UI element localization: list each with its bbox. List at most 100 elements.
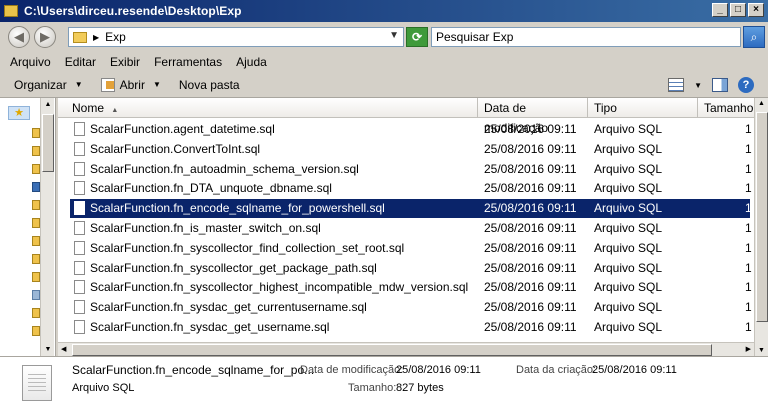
file-type: Arquivo SQL: [594, 141, 663, 156]
column-name[interactable]: Nome ▲: [58, 98, 478, 118]
table-row[interactable]: ScalarFunction.fn_syscollector_get_packa…: [70, 259, 752, 278]
nav-folder-icon[interactable]: [32, 308, 40, 318]
file-type: Arquivo SQL: [594, 161, 663, 176]
favorites-star-icon[interactable]: ★: [8, 106, 30, 120]
table-row[interactable]: ScalarFunction.fn_sysdac_get_currentuser…: [70, 298, 752, 317]
maximize-button[interactable]: □: [730, 3, 746, 17]
file-type: Arquivo SQL: [594, 260, 663, 275]
chevron-down-icon: ▼: [152, 80, 161, 89]
file-modified: 25/08/2016 09:11: [484, 181, 577, 196]
nav-desktop-icon[interactable]: [32, 182, 40, 192]
file-name: ScalarFunction.fn_syscollector_find_coll…: [90, 240, 405, 255]
sql-file-icon: [22, 365, 52, 401]
table-row[interactable]: ScalarFunction.fn_syscollector_highest_i…: [70, 278, 752, 297]
address-row: ◀ ▶ ▶ Exp ▼ ⟳ Pesquisar Exp ⌕: [0, 22, 768, 52]
title-bar: C:\Users\dirceu.resende\Desktop\Exp _ □ …: [0, 0, 768, 22]
table-row[interactable]: ScalarFunction.ConvertToInt.sql 25/08/201…: [70, 140, 752, 159]
details-size-value: 827 bytes: [396, 382, 444, 394]
table-row[interactable]: ScalarFunction.fn_DTA_unquote_dbname.sql…: [70, 179, 752, 198]
address-path: Exp: [105, 30, 126, 44]
menu-editar[interactable]: Editar: [65, 55, 96, 69]
scroll-left-icon[interactable]: ◀: [61, 345, 66, 353]
file-modified: 25/08/2016 09:11: [484, 221, 577, 235]
scroll-down-icon[interactable]: ▼: [758, 347, 765, 354]
details-modified-value: 25/08/2016 09:11: [396, 364, 481, 376]
nav-scrollbar[interactable]: ▲ ▼: [40, 98, 54, 356]
table-row[interactable]: ScalarFunction.fn_is_master_switch_on.sq…: [70, 219, 752, 238]
breadcrumb-arrow-icon[interactable]: ▶: [93, 33, 99, 42]
table-row[interactable]: ScalarFunction.fn_sysdac_get_username.sq…: [70, 318, 752, 337]
table-row[interactable]: ScalarFunction.fn_autoadmin_schema_versi…: [70, 160, 752, 179]
vertical-scroll-thumb[interactable]: [756, 112, 768, 322]
file-type: Arquivo SQL: [594, 201, 663, 216]
organize-button[interactable]: Organizar ▼: [14, 78, 83, 92]
table-row[interactable]: ScalarFunction.agent_datetime.sql 25/08/2…: [70, 120, 752, 139]
scroll-down-icon[interactable]: ▼: [42, 343, 54, 356]
scroll-right-icon[interactable]: ▶: [746, 345, 751, 353]
window-controls: _ □ ×: [712, 3, 764, 17]
details-size-label: Tamanho:: [348, 382, 397, 394]
close-button[interactable]: ×: [748, 3, 764, 17]
file-modified: 25/08/2016 09:11: [484, 280, 577, 295]
view-dropdown-icon[interactable]: ▼: [694, 81, 702, 90]
file-modified: 25/08/2016 09:11: [484, 161, 577, 176]
table-row[interactable]: ScalarFunction.fn_syscollector_find_coll…: [70, 239, 752, 258]
column-name-label: Nome: [72, 101, 105, 115]
file-name: ScalarFunction.fn_sysdac_get_username.sq…: [90, 320, 330, 334]
scroll-up-icon[interactable]: ▲: [758, 100, 765, 107]
search-button[interactable]: ⌕: [743, 26, 765, 48]
column-modified[interactable]: Data de modificação: [478, 98, 588, 135]
minimize-button[interactable]: _: [712, 3, 728, 17]
menu-exibir[interactable]: Exibir: [110, 55, 140, 69]
file-name: ScalarFunction.fn_autoadmin_schema_versi…: [90, 161, 359, 176]
new-folder-button[interactable]: Nova pasta: [179, 78, 240, 92]
table-row[interactable]: ScalarFunction.fn_encode_sqlname_for_pow…: [70, 199, 752, 219]
nav-folder-icon[interactable]: [32, 200, 40, 210]
nav-folder-icon[interactable]: [32, 236, 40, 246]
file-modified: 25/08/2016 09:11: [484, 240, 577, 255]
address-bar[interactable]: ▶ Exp ▼: [68, 27, 404, 47]
details-created-label: Data da criação:: [516, 364, 597, 376]
file-type: Arquivo SQL: [594, 280, 663, 295]
forward-button[interactable]: ▶: [34, 26, 56, 48]
file-name: ScalarFunction.fn_is_master_switch_on.sq…: [90, 221, 321, 235]
back-button[interactable]: ◀: [8, 26, 30, 48]
window-title: C:\Users\dirceu.resende\Desktop\Exp: [24, 4, 242, 18]
column-size[interactable]: Tamanho: [698, 98, 754, 118]
nav-folder-icon[interactable]: [32, 254, 40, 264]
sql-file-icon: [74, 201, 85, 216]
open-icon: [100, 77, 115, 92]
nav-folder-icon[interactable]: [32, 146, 40, 156]
nav-folder-icon[interactable]: [32, 326, 40, 336]
menu-ajuda[interactable]: Ajuda: [236, 55, 267, 69]
menu-ferramentas[interactable]: Ferramentas: [154, 55, 222, 69]
menu-arquivo[interactable]: Arquivo: [10, 55, 51, 69]
details-created-value: 25/08/2016 09:11: [592, 364, 677, 376]
preview-pane-icon[interactable]: [712, 78, 728, 92]
file-name: ScalarFunction.ConvertToInt.sql: [90, 141, 261, 156]
nav-network-icon[interactable]: [32, 290, 40, 300]
file-name: ScalarFunction.fn_DTA_unquote_dbname.sql: [90, 181, 332, 196]
horizontal-scroll-thumb[interactable]: [72, 344, 712, 356]
navigation-pane: ★ ▲ ▼: [0, 98, 56, 356]
vertical-scrollbar[interactable]: ▲ ▼: [754, 98, 768, 356]
nav-folder-icon[interactable]: [32, 128, 40, 138]
change-view-icon[interactable]: [668, 78, 685, 92]
sql-file-icon: [74, 280, 85, 295]
column-type[interactable]: Tipo: [588, 98, 698, 118]
help-icon[interactable]: ?: [738, 77, 754, 93]
file-name: ScalarFunction.fn_syscollector_highest_i…: [90, 280, 469, 295]
open-button[interactable]: Abrir ▼: [100, 77, 161, 92]
search-input[interactable]: Pesquisar Exp: [431, 27, 741, 47]
nav-scroll-thumb[interactable]: [42, 114, 54, 172]
scroll-up-icon[interactable]: ▲: [42, 98, 54, 111]
sql-file-icon: [74, 122, 85, 136]
file-name: ScalarFunction.fn_encode_sqlname_for_pow…: [90, 201, 385, 216]
refresh-button[interactable]: ⟳: [406, 27, 428, 47]
command-bar: Organizar ▼ Abrir ▼ Nova pasta ▼ ?: [0, 72, 768, 98]
address-dropdown-icon[interactable]: ▼: [389, 30, 399, 41]
nav-folder-icon[interactable]: [32, 164, 40, 174]
nav-folder-icon[interactable]: [32, 272, 40, 282]
horizontal-scrollbar[interactable]: ◀ ▶: [58, 342, 754, 356]
nav-folder-icon[interactable]: [32, 218, 40, 228]
